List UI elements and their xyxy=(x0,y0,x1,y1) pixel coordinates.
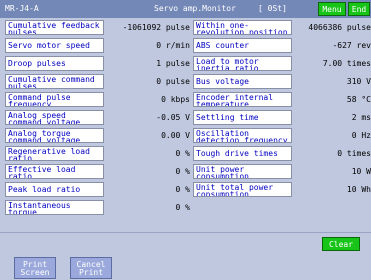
monitor-value: 0.00 V xyxy=(161,131,190,140)
monitor-value: 0 % xyxy=(175,149,190,158)
model-name: MR-J4-A xyxy=(5,4,39,13)
monitor-value: 0 % xyxy=(175,203,190,212)
monitor-value: 7.00 times xyxy=(322,59,371,68)
status-indicator: [ 0St] xyxy=(258,4,287,13)
monitor-value: 2 ms xyxy=(351,113,371,122)
clear-button[interactable]: Clear xyxy=(322,237,360,251)
monitor-value: 0 % xyxy=(175,167,190,176)
monitor-label: Instantaneous torque xyxy=(5,200,104,215)
title-bar: MR-J4-A Servo amp.Monitor [ 0St] xyxy=(0,0,371,18)
monitor-value: 1 pulse xyxy=(156,59,190,68)
monitor-label: Servo motor speed xyxy=(5,38,104,53)
monitor-label: Command pulse frequency xyxy=(5,92,104,107)
monitor-label: Unit total power consumption xyxy=(193,182,292,197)
monitor-value: 4066386 pulse xyxy=(308,23,371,32)
monitor-label: Cumulative command pulses xyxy=(5,74,104,89)
monitor-value: 310 V xyxy=(346,77,371,86)
monitor-label: Tough drive times xyxy=(193,146,292,161)
monitor-label: Cumulative feedback pulses xyxy=(5,20,104,35)
monitor-label: ABS counter xyxy=(193,38,292,53)
monitor-value: 0 kbps xyxy=(161,95,190,104)
monitor-label: Regenerative load ratio xyxy=(5,146,104,161)
end-button[interactable]: End xyxy=(348,2,370,16)
menu-button[interactable]: Menu xyxy=(318,2,346,16)
monitor-value: 10 Wh xyxy=(346,185,371,194)
screen-title: Servo amp.Monitor xyxy=(154,4,236,13)
monitor-label: Within one- revolution position xyxy=(193,20,292,35)
monitor-value: 58 °C xyxy=(346,95,371,104)
monitor-value: -1061092 pulse xyxy=(122,23,190,32)
monitor-value: -627 rev xyxy=(332,41,371,50)
monitor-label: Analog torque command voltage xyxy=(5,128,104,143)
monitor-value: 0 % xyxy=(175,185,190,194)
monitor-label: Effective load ratio xyxy=(5,164,104,179)
monitor-value: 0 Hz xyxy=(351,131,371,140)
monitor-label: Droop pulses xyxy=(5,56,104,71)
monitor-label: Analog speed command voltage xyxy=(5,110,104,125)
monitor-label: Peak load ratio xyxy=(5,182,104,197)
monitor-label: Settling time xyxy=(193,110,292,125)
monitor-label: Bus voltage xyxy=(193,74,292,89)
monitor-label: Oscillation detection frequency xyxy=(193,128,292,143)
monitor-value: -0.05 V xyxy=(156,113,190,122)
monitor-value: 0 times xyxy=(337,149,371,158)
print-screen-button[interactable]: Print Screen xyxy=(14,257,56,279)
monitor-label: Load to motor inertia ratio xyxy=(193,56,292,71)
cancel-print-button[interactable]: Cancel Print xyxy=(70,257,112,279)
monitor-label: Unit power consumption xyxy=(193,164,292,179)
monitor-value: 10 W xyxy=(351,167,371,176)
monitor-label: Encoder internal temperature xyxy=(193,92,292,107)
monitor-value: 0 r/min xyxy=(156,41,190,50)
monitor-value: 0 pulse xyxy=(156,77,190,86)
